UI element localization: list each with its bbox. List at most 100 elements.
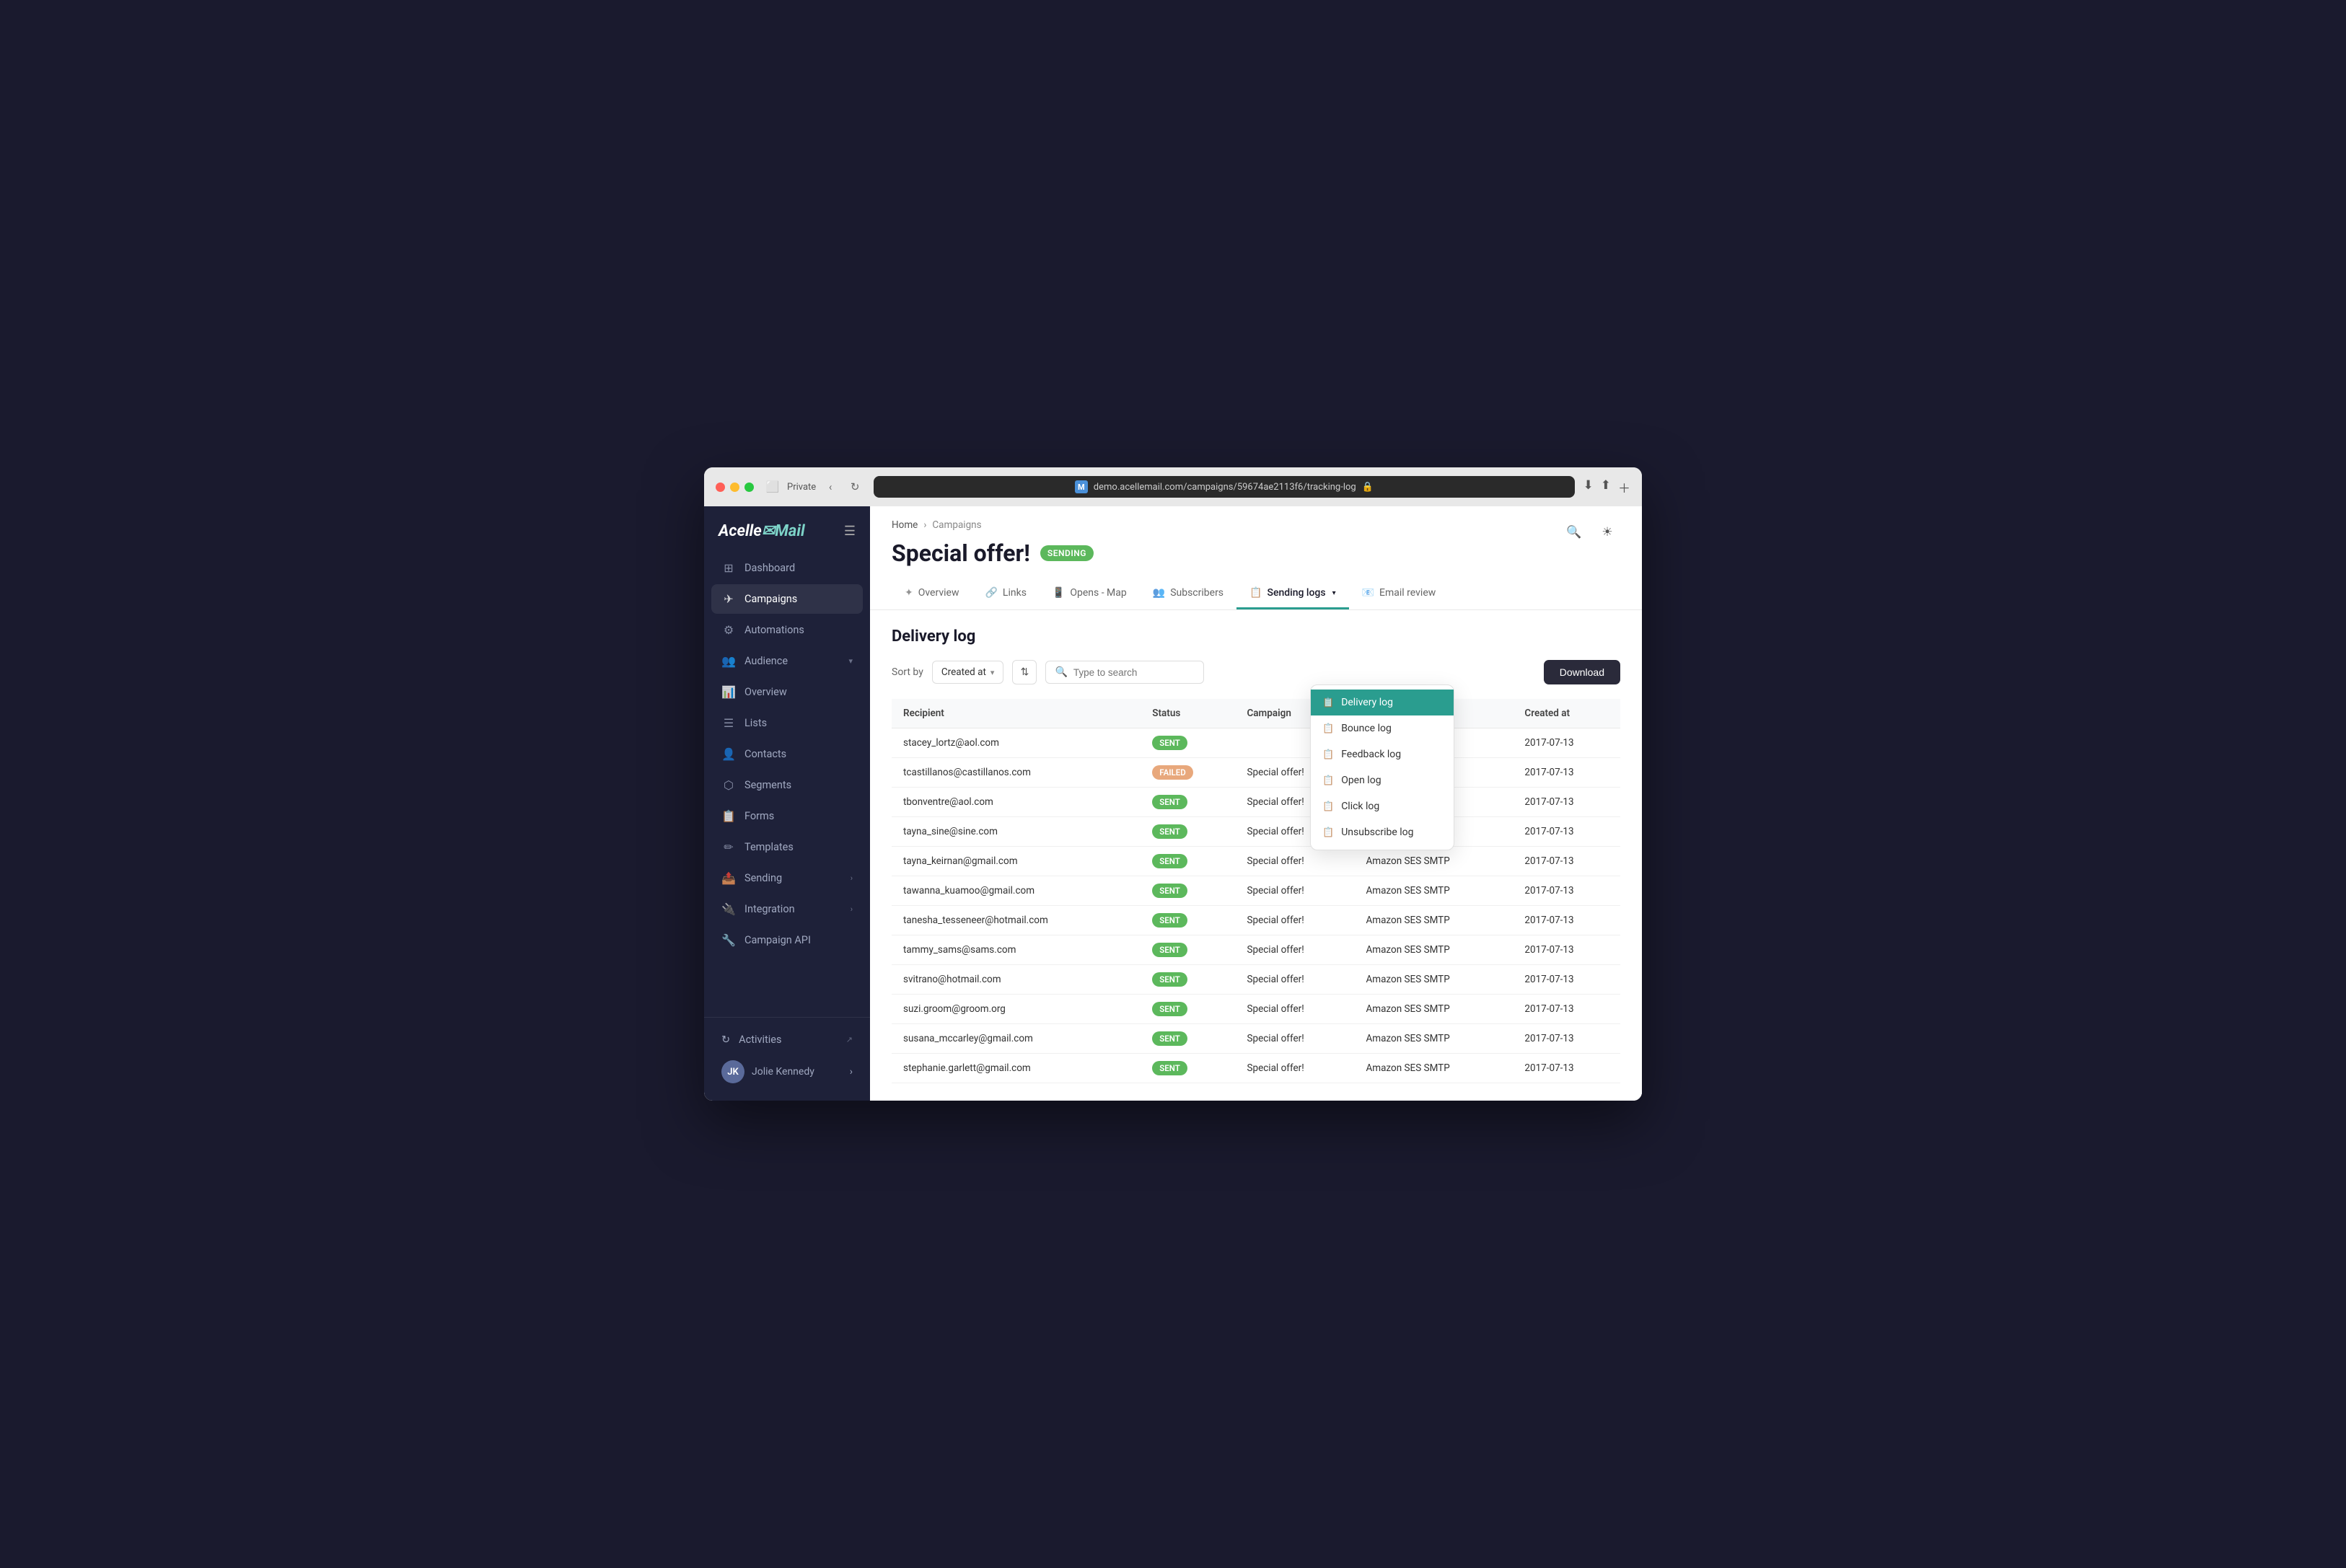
forms-icon: 📋 [721, 809, 736, 823]
sidebar-item-activities[interactable]: ↻ Activities ↗ [711, 1026, 863, 1053]
back-button[interactable]: ‹ [820, 477, 840, 497]
tab-overview[interactable]: ✦ Overview [892, 578, 972, 609]
status-badge: SENT [1152, 884, 1187, 898]
avatar: JK [721, 1060, 744, 1083]
page-title: Special offer! [892, 539, 1030, 567]
dropdown-item-label: Feedback log [1341, 749, 1401, 760]
sidebar-toggle[interactable]: ☰ [844, 524, 856, 539]
cell-created: 2017-07-13 [1513, 876, 1620, 906]
dashboard-icon: ⊞ [721, 561, 736, 575]
campaigns-icon: ✈ [721, 592, 736, 606]
sort-dropdown[interactable]: Created at ▾ [932, 661, 1004, 684]
address-bar[interactable]: M demo.acellemail.com/campaigns/59674ae2… [874, 476, 1574, 498]
sidebar-user-item[interactable]: JK Jolie Kennedy › [711, 1053, 863, 1091]
sidebar-item-audience[interactable]: 👥 Audience ▾ [711, 646, 863, 676]
cell-created: 2017-07-13 [1513, 995, 1620, 1024]
breadcrumb-home[interactable]: Home [892, 519, 918, 531]
cell-status: SENT [1141, 1054, 1235, 1083]
cell-campaign: Special offer! [1235, 935, 1354, 965]
tab-sending-logs[interactable]: 📋 Sending logs ▾ [1236, 578, 1349, 609]
tab-links[interactable]: 🔗 Links [972, 578, 1039, 609]
cell-recipient: tawanna_kuamoo@gmail.com [892, 876, 1141, 906]
cell-created: 2017-07-13 [1513, 965, 1620, 995]
chevron-right-icon: › [850, 1066, 853, 1078]
cell-recipient: tayna_sine@sine.com [892, 817, 1141, 847]
chevron-right-icon: › [851, 904, 853, 914]
sidebar-item-lists[interactable]: ☰ Lists [711, 708, 863, 738]
sidebar-item-label: Overview [744, 686, 787, 698]
status-badge: SENT [1152, 1031, 1187, 1046]
reload-button[interactable]: ↻ [845, 477, 865, 497]
cell-recipient: susana_mccarley@gmail.com [892, 1024, 1141, 1054]
integration-icon: 🔌 [721, 902, 736, 916]
sidebar-item-forms[interactable]: 📋 Forms [711, 801, 863, 831]
share-icon[interactable]: ⬆ [1601, 478, 1611, 496]
content-area: Delivery log Sort by Created at ▾ ⇅ 🔍 [870, 610, 1642, 1101]
status-badge: SENT [1152, 943, 1187, 957]
browser-actions: ⬇ ⬆ ＋ [1583, 478, 1631, 496]
tab-dropdown-arrow: ▾ [1332, 589, 1336, 597]
search-input[interactable] [1073, 667, 1195, 678]
logo: Acelle✉Mail [719, 522, 805, 540]
dropdown-item-open-log[interactable]: 📋 Open log [1311, 767, 1454, 793]
dropdown-item-delivery-log[interactable]: 📋 Delivery log [1311, 690, 1454, 715]
browser-titlebar: ⬜ Private ‹ ↻ M demo.acellemail.com/camp… [704, 467, 1642, 506]
dropdown-item-label: Open log [1341, 775, 1381, 786]
minimize-dot[interactable] [730, 483, 739, 492]
campaign-api-icon: 🔧 [721, 933, 736, 947]
sidebar-item-segments[interactable]: ⬡ Segments [711, 770, 863, 800]
bounce-log-icon: 📋 [1322, 723, 1334, 734]
sidebar-item-templates[interactable]: ✏ Templates [711, 832, 863, 862]
cell-status: FAILED [1141, 758, 1235, 788]
tab-opens-map[interactable]: 📱 Opens - Map [1040, 578, 1140, 609]
cell-server: Amazon SES SMTP [1354, 995, 1513, 1024]
search-button[interactable]: 🔍 [1561, 519, 1587, 545]
cell-created: 2017-07-13 [1513, 728, 1620, 758]
cell-server: Amazon SES SMTP [1354, 1024, 1513, 1054]
filter-button[interactable]: ⇅ [1012, 660, 1037, 684]
close-dot[interactable] [716, 483, 725, 492]
dropdown-item-feedback-log[interactable]: 📋 Feedback log [1311, 741, 1454, 767]
sidebar-item-dashboard[interactable]: ⊞ Dashboard [711, 553, 863, 583]
cell-created: 2017-07-13 [1513, 758, 1620, 788]
sidebar-bottom: ↻ Activities ↗ JK Jolie Kennedy › [704, 1017, 870, 1101]
activities-icon: ↻ [721, 1034, 730, 1046]
new-tab-icon[interactable]: ＋ [1618, 478, 1630, 496]
search-icon: 🔍 [1055, 666, 1067, 678]
page-title-row: Special offer! SENDING [892, 539, 1094, 567]
dropdown-item-click-log[interactable]: 📋 Click log [1311, 793, 1454, 819]
sidebar-item-label: Forms [744, 810, 774, 822]
sidebar-item-campaigns[interactable]: ✈ Campaigns [711, 584, 863, 614]
lists-icon: ☰ [721, 716, 736, 730]
sidebar-item-label: Templates [744, 841, 794, 853]
dropdown-item-bounce-log[interactable]: 📋 Bounce log [1311, 715, 1454, 741]
dropdown-item-unsubscribe-log[interactable]: 📋 Unsubscribe log [1311, 819, 1454, 845]
sidebar-item-sending[interactable]: 📤 Sending › [711, 863, 863, 893]
sidebar-item-automations[interactable]: ⚙ Automations [711, 615, 863, 645]
tab-label: Private [787, 482, 816, 493]
sidebar-item-campaign-api[interactable]: 🔧 Campaign API [711, 925, 863, 955]
sidebar-item-label: Sending [744, 872, 782, 884]
download-icon[interactable]: ⬇ [1583, 478, 1594, 496]
cell-status: SENT [1141, 817, 1235, 847]
sidebar-item-overview[interactable]: 📊 Overview [711, 677, 863, 707]
main-header: Home › Campaigns Special offer! SENDING … [870, 506, 1642, 610]
table-row: tawanna_kuamoo@gmail.com SENT Special of… [892, 876, 1620, 906]
sidebar-item-contacts[interactable]: 👤 Contacts [711, 739, 863, 769]
table-row: tanesha_tesseneer@hotmail.com SENT Speci… [892, 906, 1620, 935]
cell-campaign: Special offer! [1235, 847, 1354, 876]
breadcrumb-campaigns: Campaigns [932, 519, 981, 531]
filter-icon: ⇅ [1021, 666, 1029, 678]
tab-email-review[interactable]: 📧 Email review [1349, 578, 1449, 609]
templates-icon: ✏ [721, 840, 736, 854]
tab-subscribers[interactable]: 👥 Subscribers [1140, 578, 1236, 609]
sidebar-item-label: Segments [744, 779, 791, 791]
sidebar-item-integration[interactable]: 🔌 Integration › [711, 894, 863, 924]
download-button[interactable]: Download [1544, 660, 1620, 684]
search-input-wrap: 🔍 [1045, 661, 1204, 684]
cell-created: 2017-07-13 [1513, 788, 1620, 817]
app-layout: Acelle✉Mail ☰ ⊞ Dashboard ✈ Campaigns ⚙ … [704, 506, 1642, 1101]
theme-toggle-button[interactable]: ☀ [1594, 519, 1620, 545]
maximize-dot[interactable] [744, 483, 754, 492]
status-badge: SENDING [1040, 545, 1094, 561]
